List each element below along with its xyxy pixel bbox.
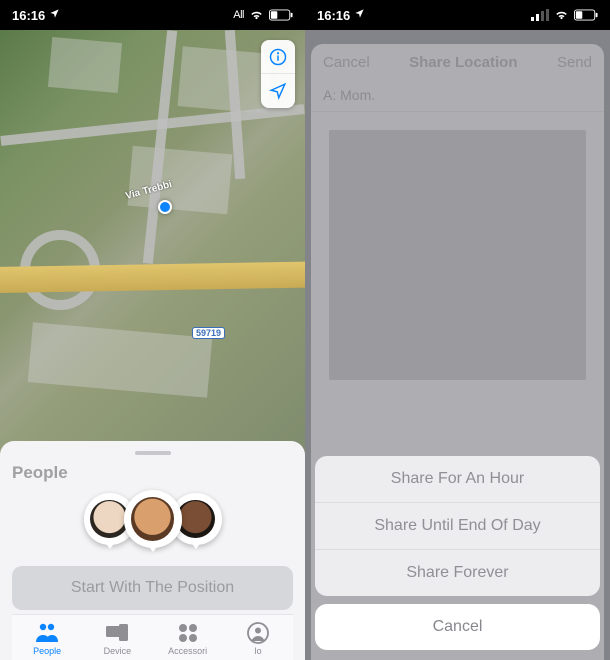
map-info-button[interactable] [261, 40, 295, 74]
people-sheet[interactable]: People Start With The Position People De… [0, 441, 305, 660]
carrier-label: All [233, 9, 244, 21]
memoji-icon [90, 500, 128, 538]
location-services-icon [49, 8, 60, 22]
current-location-dot [158, 200, 172, 214]
status-time: 16:16 [317, 8, 350, 23]
devices-icon [105, 621, 129, 645]
tab-label: Io [254, 646, 262, 656]
wifi-icon [554, 9, 569, 21]
items-icon [177, 621, 199, 645]
map-controls [261, 40, 295, 108]
duration-action-sheet: Share For An Hour Share Until End Of Day… [315, 456, 600, 650]
location-services-icon [354, 8, 365, 22]
avatar[interactable] [124, 490, 182, 548]
share-one-hour-button[interactable]: Share For An Hour [315, 456, 600, 503]
tab-device[interactable]: Device [82, 615, 152, 660]
tab-people[interactable]: People [12, 615, 82, 660]
phone-left: 16:16 All Via Trebbi 59719 [0, 0, 305, 660]
memoji-icon [131, 497, 174, 540]
share-end-of-day-button[interactable]: Share Until End Of Day [315, 503, 600, 550]
cellular-icon [531, 9, 549, 21]
modal-send-button[interactable]: Send [557, 54, 592, 71]
wifi-icon [249, 9, 264, 21]
map-route-shield: 59719 [192, 327, 225, 339]
tab-bar: People Device Accessori Io [12, 614, 293, 660]
recipient-prefix: A: [323, 87, 336, 103]
tab-io[interactable]: Io [223, 615, 293, 660]
action-group: Share For An Hour Share Until End Of Day… [315, 456, 600, 596]
sheet-grabber[interactable] [135, 451, 171, 455]
tab-label: Accessori [168, 646, 207, 656]
recipient-field[interactable]: A: Mom. [311, 81, 604, 112]
phone-right: 16:16 Cancel Share Location Send [305, 0, 610, 660]
modal-title: Share Location [409, 54, 517, 71]
recipient-name: Mom. [340, 87, 375, 103]
status-time: 16:16 [12, 8, 45, 23]
modal-cancel-button[interactable]: Cancel [323, 54, 370, 71]
sheet-title: People [12, 463, 293, 483]
map-recenter-button[interactable] [261, 74, 295, 108]
tab-label: People [33, 646, 61, 656]
start-sharing-button[interactable]: Start With The Position [12, 566, 293, 610]
battery-icon [574, 9, 598, 21]
status-bar: 16:16 All [0, 0, 305, 30]
me-icon [247, 621, 269, 645]
status-bar: 16:16 [305, 0, 610, 30]
people-icon [34, 621, 60, 645]
action-sheet-cancel-button[interactable]: Cancel [315, 604, 600, 650]
share-location-screen: Cancel Share Location Send A: Mom. Share… [305, 30, 610, 660]
share-forever-button[interactable]: Share Forever [315, 550, 600, 596]
memoji-icon [176, 500, 214, 538]
people-avatars [12, 493, 293, 548]
map-view[interactable]: Via Trebbi 59719 [0, 30, 305, 455]
tab-accessori[interactable]: Accessori [153, 615, 223, 660]
contact-preview-card [329, 130, 586, 380]
modal-header: Cancel Share Location Send [311, 44, 604, 81]
tab-label: Device [104, 646, 132, 656]
battery-icon [269, 9, 293, 21]
